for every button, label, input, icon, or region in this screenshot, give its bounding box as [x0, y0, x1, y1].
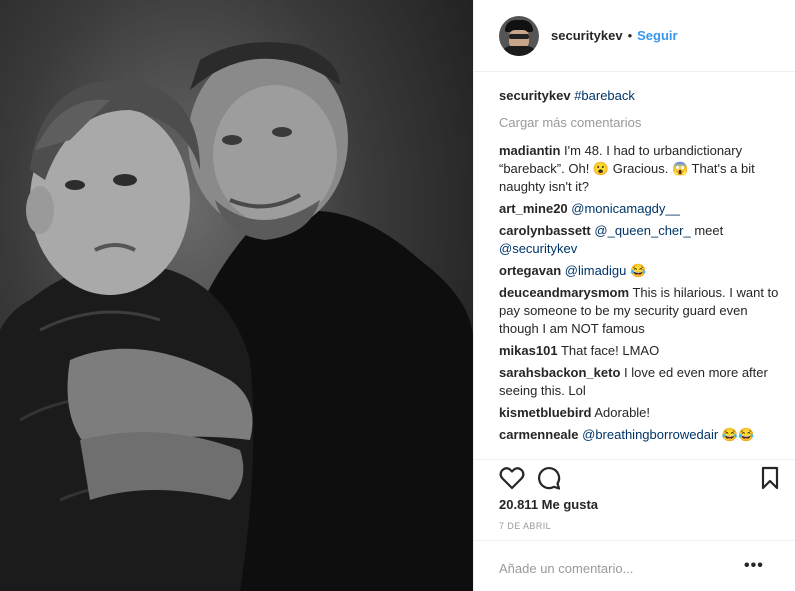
post-header: securitykev • Seguir — [474, 0, 795, 72]
post-actions — [474, 459, 795, 490]
comment-username[interactable]: madiantin — [499, 143, 560, 158]
more-options-button[interactable]: ••• — [744, 557, 764, 575]
comment-item: kismetbluebird Adorable! — [499, 404, 779, 422]
load-more-comments-button[interactable]: Cargar más comentarios — [499, 114, 779, 132]
caption-username[interactable]: securitykev — [499, 88, 571, 103]
comment-text: 😂 — [626, 263, 647, 278]
header-username[interactable]: securitykev — [551, 28, 623, 43]
comment-username[interactable]: ortegavan — [499, 263, 561, 278]
likes-count[interactable]: 20.811 Me gusta — [499, 497, 598, 512]
post-photo[interactable] — [0, 0, 473, 591]
comment-mention[interactable]: @limadigu — [565, 263, 627, 278]
heart-icon[interactable] — [499, 466, 525, 493]
caption-hashtag[interactable]: #bareback — [574, 88, 635, 103]
comment-text: meet — [690, 223, 724, 238]
comments-list[interactable]: securitykev #bareback Cargar más comenta… — [499, 87, 779, 457]
comment-text: Adorable! — [594, 405, 651, 420]
caption: securitykev #bareback — [499, 87, 779, 105]
comment-username[interactable]: carolynbassett — [499, 223, 591, 238]
follow-button[interactable]: Seguir — [637, 28, 677, 43]
comment-item: deuceandmarysmom This is hilarious. I wa… — [499, 284, 779, 338]
photo-illustration — [0, 42, 473, 591]
comment-mention[interactable]: @securitykev — [499, 241, 577, 256]
post-side-panel: securitykev • Seguir securitykev #bareba… — [473, 0, 795, 591]
post-date: 7 DE ABRIL — [499, 521, 552, 531]
comment-username[interactable]: deuceandmarysmom — [499, 285, 629, 300]
comment-item: art_mine20 @monicamagdy__ — [499, 200, 779, 218]
add-comment-section: ••• — [474, 540, 795, 591]
comment-username[interactable]: art_mine20 — [499, 201, 568, 216]
comment-text: 😂😂 — [718, 427, 755, 442]
comment-mention[interactable]: @_queen_cher_ — [594, 223, 690, 238]
post-dialog: securitykev • Seguir securitykev #bareba… — [0, 0, 795, 591]
comment-text: That face! LMAO — [560, 343, 660, 358]
comment-username[interactable]: kismetbluebird — [499, 405, 591, 420]
comment-item: carmenneale @breathingborrowedair 😂😂 — [499, 426, 779, 444]
comment-username[interactable]: sarahsbackon_keto — [499, 365, 620, 380]
comment-mention[interactable]: @monicamagdy__ — [571, 201, 680, 216]
comment-item: carolynbassett @_queen_cher_ meet @secur… — [499, 222, 779, 258]
comment-item: ortegavan @limadigu 😂 — [499, 262, 779, 280]
comment-item: mikas101 That face! LMAO — [499, 342, 779, 360]
comment-username[interactable]: mikas101 — [499, 343, 558, 358]
bookmark-icon[interactable] — [760, 466, 780, 493]
avatar[interactable] — [499, 15, 539, 56]
comment-input[interactable] — [499, 561, 739, 576]
comment-username[interactable]: carmenneale — [499, 427, 579, 442]
comment-item: sarahsbackon_keto I love ed even more af… — [499, 364, 779, 400]
comment-icon[interactable] — [537, 466, 561, 493]
comment-mention[interactable]: @breathingborrowedair — [582, 427, 718, 442]
header-separator: • — [627, 28, 633, 43]
comment-item: madiantin I'm 48. I had to urbandictiona… — [499, 142, 779, 196]
